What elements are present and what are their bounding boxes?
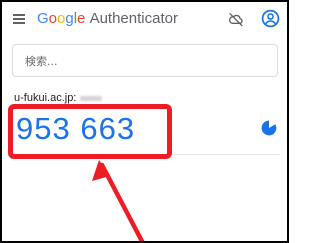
brand-letter: g <box>65 10 74 27</box>
app-top-bar: Google Authenticator <box>2 2 287 36</box>
app-title-text: Authenticator <box>89 10 178 27</box>
brand-letter: o <box>48 10 58 27</box>
app-title: Google Authenticator <box>37 10 178 28</box>
annotation-highlight-box <box>8 104 172 159</box>
screenshot-frame: Google Authenticator u-fukui.ac.jp: 953 … <box>0 0 289 243</box>
search-input[interactable] <box>25 52 265 70</box>
brand-letter: e <box>77 10 86 27</box>
cloud-sync-off-icon[interactable] <box>228 11 244 27</box>
brand-letter: G <box>37 10 49 27</box>
account-issuer-text: u-fukui.ac.jp: <box>14 92 77 104</box>
account-circle-icon[interactable] <box>261 9 280 28</box>
redacted-username <box>80 95 103 101</box>
countdown-timer-icon <box>261 120 277 136</box>
hamburger-menu-icon[interactable] <box>13 14 25 24</box>
search-bar[interactable] <box>12 44 278 77</box>
